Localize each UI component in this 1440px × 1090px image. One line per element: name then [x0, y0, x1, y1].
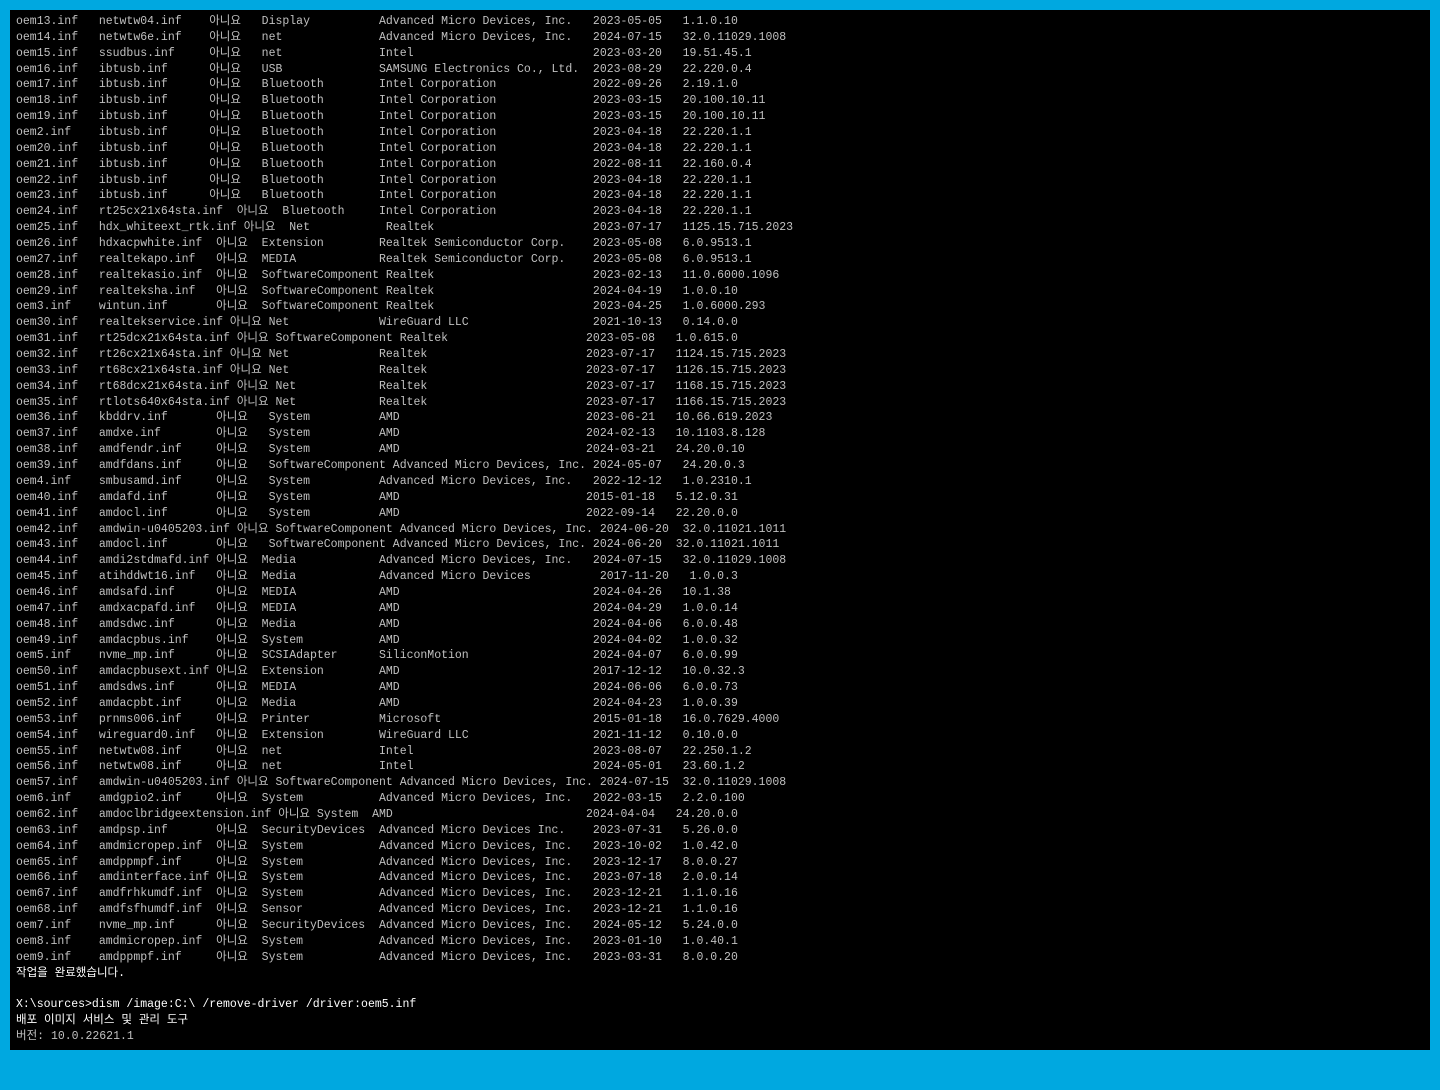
command-line: X:\sources>dism /image:C:\ /remove-drive…: [16, 997, 1424, 1013]
table-row: oem64.inf amdmicropep.inf 아니요 System Adv…: [16, 839, 1424, 855]
table-row: oem7.inf nvme_mp.inf 아니요 SecurityDevices…: [16, 918, 1424, 934]
table-row: oem32.inf rt26cx21x64sta.inf 아니요 Net Rea…: [16, 347, 1424, 363]
table-row: oem51.inf amdsdws.inf 아니요 MEDIA AMD 2024…: [16, 680, 1424, 696]
table-row: oem66.inf amdinterface.inf 아니요 System Ad…: [16, 870, 1424, 886]
table-row: oem43.inf amdocl.inf 아니요 SoftwareCompone…: [16, 537, 1424, 553]
table-row: oem16.inf ibtusb.inf 아니요 USB SAMSUNG Ele…: [16, 62, 1424, 78]
table-row: oem22.inf ibtusb.inf 아니요 Bluetooth Intel…: [16, 173, 1424, 189]
blank: [16, 981, 1424, 997]
table-row: oem56.inf netwtw08.inf 아니요 net Intel 202…: [16, 759, 1424, 775]
table-row: oem44.inf amdi2stdmafd.inf 아니요 Media Adv…: [16, 553, 1424, 569]
table-row: oem50.inf amdacpbusext.inf 아니요 Extension…: [16, 664, 1424, 680]
table-row: oem21.inf ibtusb.inf 아니요 Bluetooth Intel…: [16, 157, 1424, 173]
dism-header: 배포 이미지 서비스 및 관리 도구: [16, 1013, 1424, 1029]
table-row: oem48.inf amdsdwc.inf 아니요 Media AMD 2024…: [16, 617, 1424, 633]
table-row: oem45.inf atihddwt16.inf 아니요 Media Advan…: [16, 569, 1424, 585]
table-row: oem34.inf rt68dcx21x64sta.inf 아니요 Net Re…: [16, 379, 1424, 395]
table-row: oem5.inf nvme_mp.inf 아니요 SCSIAdapter Sil…: [16, 648, 1424, 664]
table-row: oem35.inf rtlots640x64sta.inf 아니요 Net Re…: [16, 395, 1424, 411]
table-row: oem19.inf ibtusb.inf 아니요 Bluetooth Intel…: [16, 109, 1424, 125]
table-row: oem29.inf realteksha.inf 아니요 SoftwareCom…: [16, 284, 1424, 300]
table-row: oem40.inf amdafd.inf 아니요 System AMD 2015…: [16, 490, 1424, 506]
table-row: oem36.inf kbddrv.inf 아니요 System AMD 2023…: [16, 410, 1424, 426]
status-line: 작업을 완료했습니다.: [16, 966, 1424, 982]
version-line: 버전: 10.0.22621.1: [16, 1029, 1424, 1045]
table-row: oem14.inf netwtw6e.inf 아니요 net Advanced …: [16, 30, 1424, 46]
table-row: oem49.inf amdacpbus.inf 아니요 System AMD 2…: [16, 633, 1424, 649]
table-row: oem27.inf realtekapo.inf 아니요 MEDIA Realt…: [16, 252, 1424, 268]
table-row: oem54.inf wireguard0.inf 아니요 Extension W…: [16, 728, 1424, 744]
terminal-window: oem13.inf netwtw04.inf 아니요 Display Advan…: [10, 10, 1430, 1050]
table-row: oem15.inf ssudbus.inf 아니요 net Intel 2023…: [16, 46, 1424, 62]
table-row: oem47.inf amdxacpafd.inf 아니요 MEDIA AMD 2…: [16, 601, 1424, 617]
table-row: oem4.inf smbusamd.inf 아니요 System Advance…: [16, 474, 1424, 490]
table-row: oem30.inf realtekservice.inf 아니요 Net Wir…: [16, 315, 1424, 331]
terminal-output: oem13.inf netwtw04.inf 아니요 Display Advan…: [16, 14, 1424, 1050]
table-row: oem52.inf amdacpbt.inf 아니요 Media AMD 202…: [16, 696, 1424, 712]
table-row: oem26.inf hdxacpwhite.inf 아니요 Extension …: [16, 236, 1424, 252]
table-row: oem8.inf amdmicropep.inf 아니요 System Adva…: [16, 934, 1424, 950]
table-row: oem41.inf amdocl.inf 아니요 System AMD 2022…: [16, 506, 1424, 522]
table-row: oem28.inf realtekasio.inf 아니요 SoftwareCo…: [16, 268, 1424, 284]
table-row: oem57.inf amdwin-u0405203.inf 아니요 Softwa…: [16, 775, 1424, 791]
table-row: oem42.inf amdwin-u0405203.inf 아니요 Softwa…: [16, 522, 1424, 538]
table-row: oem24.inf rt25cx21x64sta.inf 아니요 Bluetoo…: [16, 204, 1424, 220]
table-row: oem25.inf hdx_whiteext_rtk.inf 아니요 Net R…: [16, 220, 1424, 236]
table-row: oem53.inf prnms006.inf 아니요 Printer Micro…: [16, 712, 1424, 728]
table-row: oem33.inf rt68cx21x64sta.inf 아니요 Net Rea…: [16, 363, 1424, 379]
table-row: oem9.inf amdppmpf.inf 아니요 System Advance…: [16, 950, 1424, 966]
table-row: oem65.inf amdppmpf.inf 아니요 System Advanc…: [16, 855, 1424, 871]
table-row: oem18.inf ibtusb.inf 아니요 Bluetooth Intel…: [16, 93, 1424, 109]
table-row: oem23.inf ibtusb.inf 아니요 Bluetooth Intel…: [16, 188, 1424, 204]
table-row: oem62.inf amdoclbridgeextension.inf 아니요 …: [16, 807, 1424, 823]
table-row: oem13.inf netwtw04.inf 아니요 Display Advan…: [16, 14, 1424, 30]
table-row: oem67.inf amdfrhkumdf.inf 아니요 System Adv…: [16, 886, 1424, 902]
table-row: oem38.inf amdfendr.inf 아니요 System AMD 20…: [16, 442, 1424, 458]
blank: [16, 1045, 1424, 1050]
table-row: oem55.inf netwtw08.inf 아니요 net Intel 202…: [16, 744, 1424, 760]
table-row: oem37.inf amdxe.inf 아니요 System AMD 2024-…: [16, 426, 1424, 442]
table-row: oem20.inf ibtusb.inf 아니요 Bluetooth Intel…: [16, 141, 1424, 157]
table-row: oem46.inf amdsafd.inf 아니요 MEDIA AMD 2024…: [16, 585, 1424, 601]
table-row: oem68.inf amdfsfhumdf.inf 아니요 Sensor Adv…: [16, 902, 1424, 918]
table-row: oem39.inf amdfdans.inf 아니요 SoftwareCompo…: [16, 458, 1424, 474]
table-row: oem63.inf amdpsp.inf 아니요 SecurityDevices…: [16, 823, 1424, 839]
table-row: oem3.inf wintun.inf 아니요 SoftwareComponen…: [16, 299, 1424, 315]
table-row: oem2.inf ibtusb.inf 아니요 Bluetooth Intel …: [16, 125, 1424, 141]
table-row: oem31.inf rt25dcx21x64sta.inf 아니요 Softwa…: [16, 331, 1424, 347]
table-row: oem17.inf ibtusb.inf 아니요 Bluetooth Intel…: [16, 77, 1424, 93]
table-row: oem6.inf amdgpio2.inf 아니요 System Advance…: [16, 791, 1424, 807]
